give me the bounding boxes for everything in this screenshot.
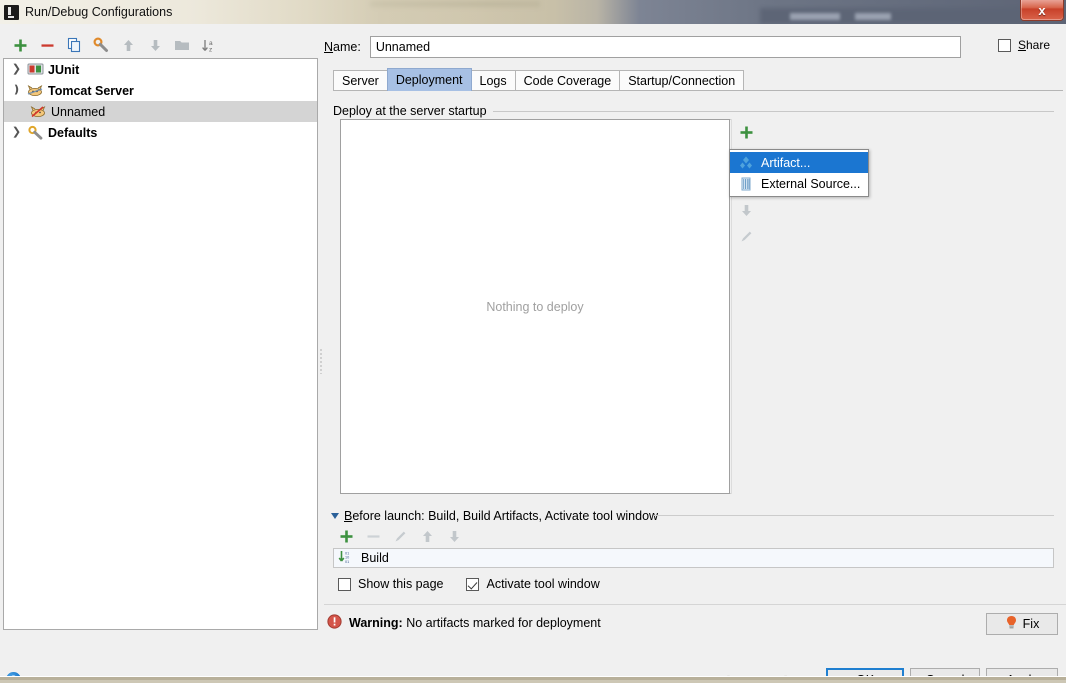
before-launch-task-row[interactable]: 01 10 01 Build bbox=[333, 548, 1054, 568]
run-debug-configurations-dialog: Run/Debug Configurations x a z ❯ JUnit ❫… bbox=[0, 0, 1066, 683]
tab-server[interactable]: Server bbox=[333, 70, 388, 91]
warning-message: No artifacts marked for deployment bbox=[406, 616, 601, 630]
tree-item-label: Unnamed bbox=[51, 104, 106, 119]
menu-item-external-source[interactable]: External Source... bbox=[730, 173, 868, 194]
svg-text:z: z bbox=[209, 46, 212, 53]
show-this-page-checkbox[interactable]: Show this page bbox=[338, 577, 443, 591]
menu-item-label: External Source... bbox=[761, 176, 861, 191]
dialog-body: a z ❯ JUnit ❫ Tomcat Server Unnamed ❯ De… bbox=[0, 24, 1066, 683]
add-task-button[interactable] bbox=[334, 525, 359, 547]
tree-item-label: Tomcat Server bbox=[48, 83, 134, 98]
fix-button-label: Fix bbox=[1022, 617, 1040, 631]
tab-logs[interactable]: Logs bbox=[470, 70, 516, 91]
add-deployment-button[interactable] bbox=[732, 119, 760, 145]
window-bottom-edge bbox=[0, 676, 1066, 683]
sort-configurations-button[interactable]: a z bbox=[197, 34, 221, 56]
deployment-empty-text: Nothing to deploy bbox=[486, 299, 584, 314]
before-launch-header[interactable]: Before launch: Build, Build Artifacts, A… bbox=[331, 509, 658, 523]
external-source-icon bbox=[738, 176, 754, 192]
deployment-list[interactable]: Nothing to deploy bbox=[340, 119, 730, 494]
wrench-icon bbox=[27, 125, 44, 140]
before-launch-divider bbox=[654, 515, 1054, 516]
deploy-group-label: Deploy at the server startup bbox=[333, 104, 493, 118]
editor-tabs[interactable]: Server Deployment Logs Code Coverage Sta… bbox=[333, 68, 1063, 91]
name-input[interactable] bbox=[369, 36, 961, 58]
move-up-button[interactable] bbox=[116, 34, 140, 56]
chevron-right-icon[interactable]: ❯ bbox=[10, 64, 23, 75]
menu-item-artifact[interactable]: Artifact... bbox=[730, 152, 868, 173]
tab-code-coverage[interactable]: Code Coverage bbox=[514, 70, 621, 91]
tab-deployment[interactable]: Deployment bbox=[386, 68, 472, 91]
show-this-page-box[interactable] bbox=[338, 577, 351, 591]
warning-bar: Warning: No artifacts marked for deploym… bbox=[327, 614, 601, 632]
lightbulb-icon bbox=[1005, 615, 1018, 633]
name-row: Name: bbox=[324, 34, 1066, 60]
title-bar: Run/Debug Configurations bbox=[0, 0, 1066, 24]
tree-item-defaults[interactable]: ❯ Defaults bbox=[4, 122, 317, 143]
configurations-tree[interactable]: ❯ JUnit ❫ Tomcat Server Unnamed ❯ Defaul… bbox=[3, 58, 318, 630]
tree-item-tomcat-server[interactable]: ❫ Tomcat Server bbox=[4, 80, 317, 101]
junit-icon bbox=[27, 62, 44, 77]
fix-button[interactable]: Fix bbox=[986, 613, 1058, 635]
add-configuration-button[interactable] bbox=[8, 34, 32, 56]
task-move-up-button bbox=[415, 525, 440, 547]
configuration-editor-pane: Name: Share Server Deployment Logs Code … bbox=[324, 24, 1066, 676]
chevron-right-icon[interactable]: ❯ bbox=[10, 127, 23, 138]
tab-startup-connection[interactable]: Startup/Connection bbox=[619, 70, 745, 91]
task-label: Build bbox=[361, 551, 389, 565]
tree-item-unnamed[interactable]: Unnamed bbox=[4, 101, 317, 122]
create-folder-button[interactable] bbox=[170, 34, 194, 56]
tomcat-error-icon bbox=[30, 104, 47, 119]
before-launch-toolbar bbox=[334, 524, 467, 548]
name-label: Name: bbox=[324, 40, 361, 54]
menu-item-label: Artifact... bbox=[761, 155, 811, 170]
tree-item-junit[interactable]: ❯ JUnit bbox=[4, 59, 317, 80]
wrench-icon[interactable] bbox=[89, 34, 113, 56]
before-launch-title: Before launch: Build, Build Artifacts, A… bbox=[344, 509, 659, 523]
warning-prefix: Warning: bbox=[349, 616, 403, 630]
tree-item-label: Defaults bbox=[48, 125, 98, 140]
window-title: Run/Debug Configurations bbox=[25, 5, 173, 19]
configurations-toolbar: a z bbox=[0, 32, 318, 58]
tomcat-icon bbox=[27, 83, 44, 98]
show-this-page-label: Show this page bbox=[358, 577, 444, 591]
warning-divider bbox=[324, 604, 1066, 605]
activate-tool-window-label: Activate tool window bbox=[486, 577, 600, 591]
warning-text: Warning: No artifacts marked for deploym… bbox=[349, 616, 601, 630]
share-checkbox[interactable]: Share bbox=[997, 38, 1050, 52]
share-label: Share bbox=[1017, 38, 1050, 52]
share-checkbox-box[interactable] bbox=[997, 38, 1011, 52]
remove-configuration-button[interactable] bbox=[35, 34, 59, 56]
activate-tool-window-checkbox[interactable]: Activate tool window bbox=[466, 577, 600, 591]
error-circle-icon bbox=[327, 614, 342, 632]
build-compile-icon: 01 10 01 bbox=[338, 550, 355, 567]
add-deployment-menu[interactable]: Artifact... External Source... bbox=[729, 149, 869, 197]
intellij-idea-icon bbox=[4, 4, 19, 20]
move-down-button[interactable] bbox=[143, 34, 167, 56]
before-launch-options: Show this page Activate tool window bbox=[338, 577, 616, 591]
move-deployment-down-button[interactable] bbox=[732, 197, 760, 223]
tree-item-label: JUnit bbox=[48, 62, 80, 77]
svg-text:01: 01 bbox=[345, 559, 349, 563]
chevron-down-icon[interactable]: ❫ bbox=[10, 85, 23, 96]
artifact-diamond-icon bbox=[738, 155, 754, 171]
chevron-down-icon[interactable] bbox=[331, 513, 339, 519]
copy-configuration-button[interactable] bbox=[62, 34, 86, 56]
task-move-down-button bbox=[442, 525, 467, 547]
remove-task-button bbox=[361, 525, 386, 547]
splitter-grip bbox=[320, 348, 322, 374]
close-icon[interactable]: x bbox=[1020, 0, 1064, 21]
activate-tool-window-box[interactable] bbox=[466, 577, 480, 591]
edit-deployment-button[interactable] bbox=[732, 223, 760, 249]
edit-task-button bbox=[388, 525, 413, 547]
